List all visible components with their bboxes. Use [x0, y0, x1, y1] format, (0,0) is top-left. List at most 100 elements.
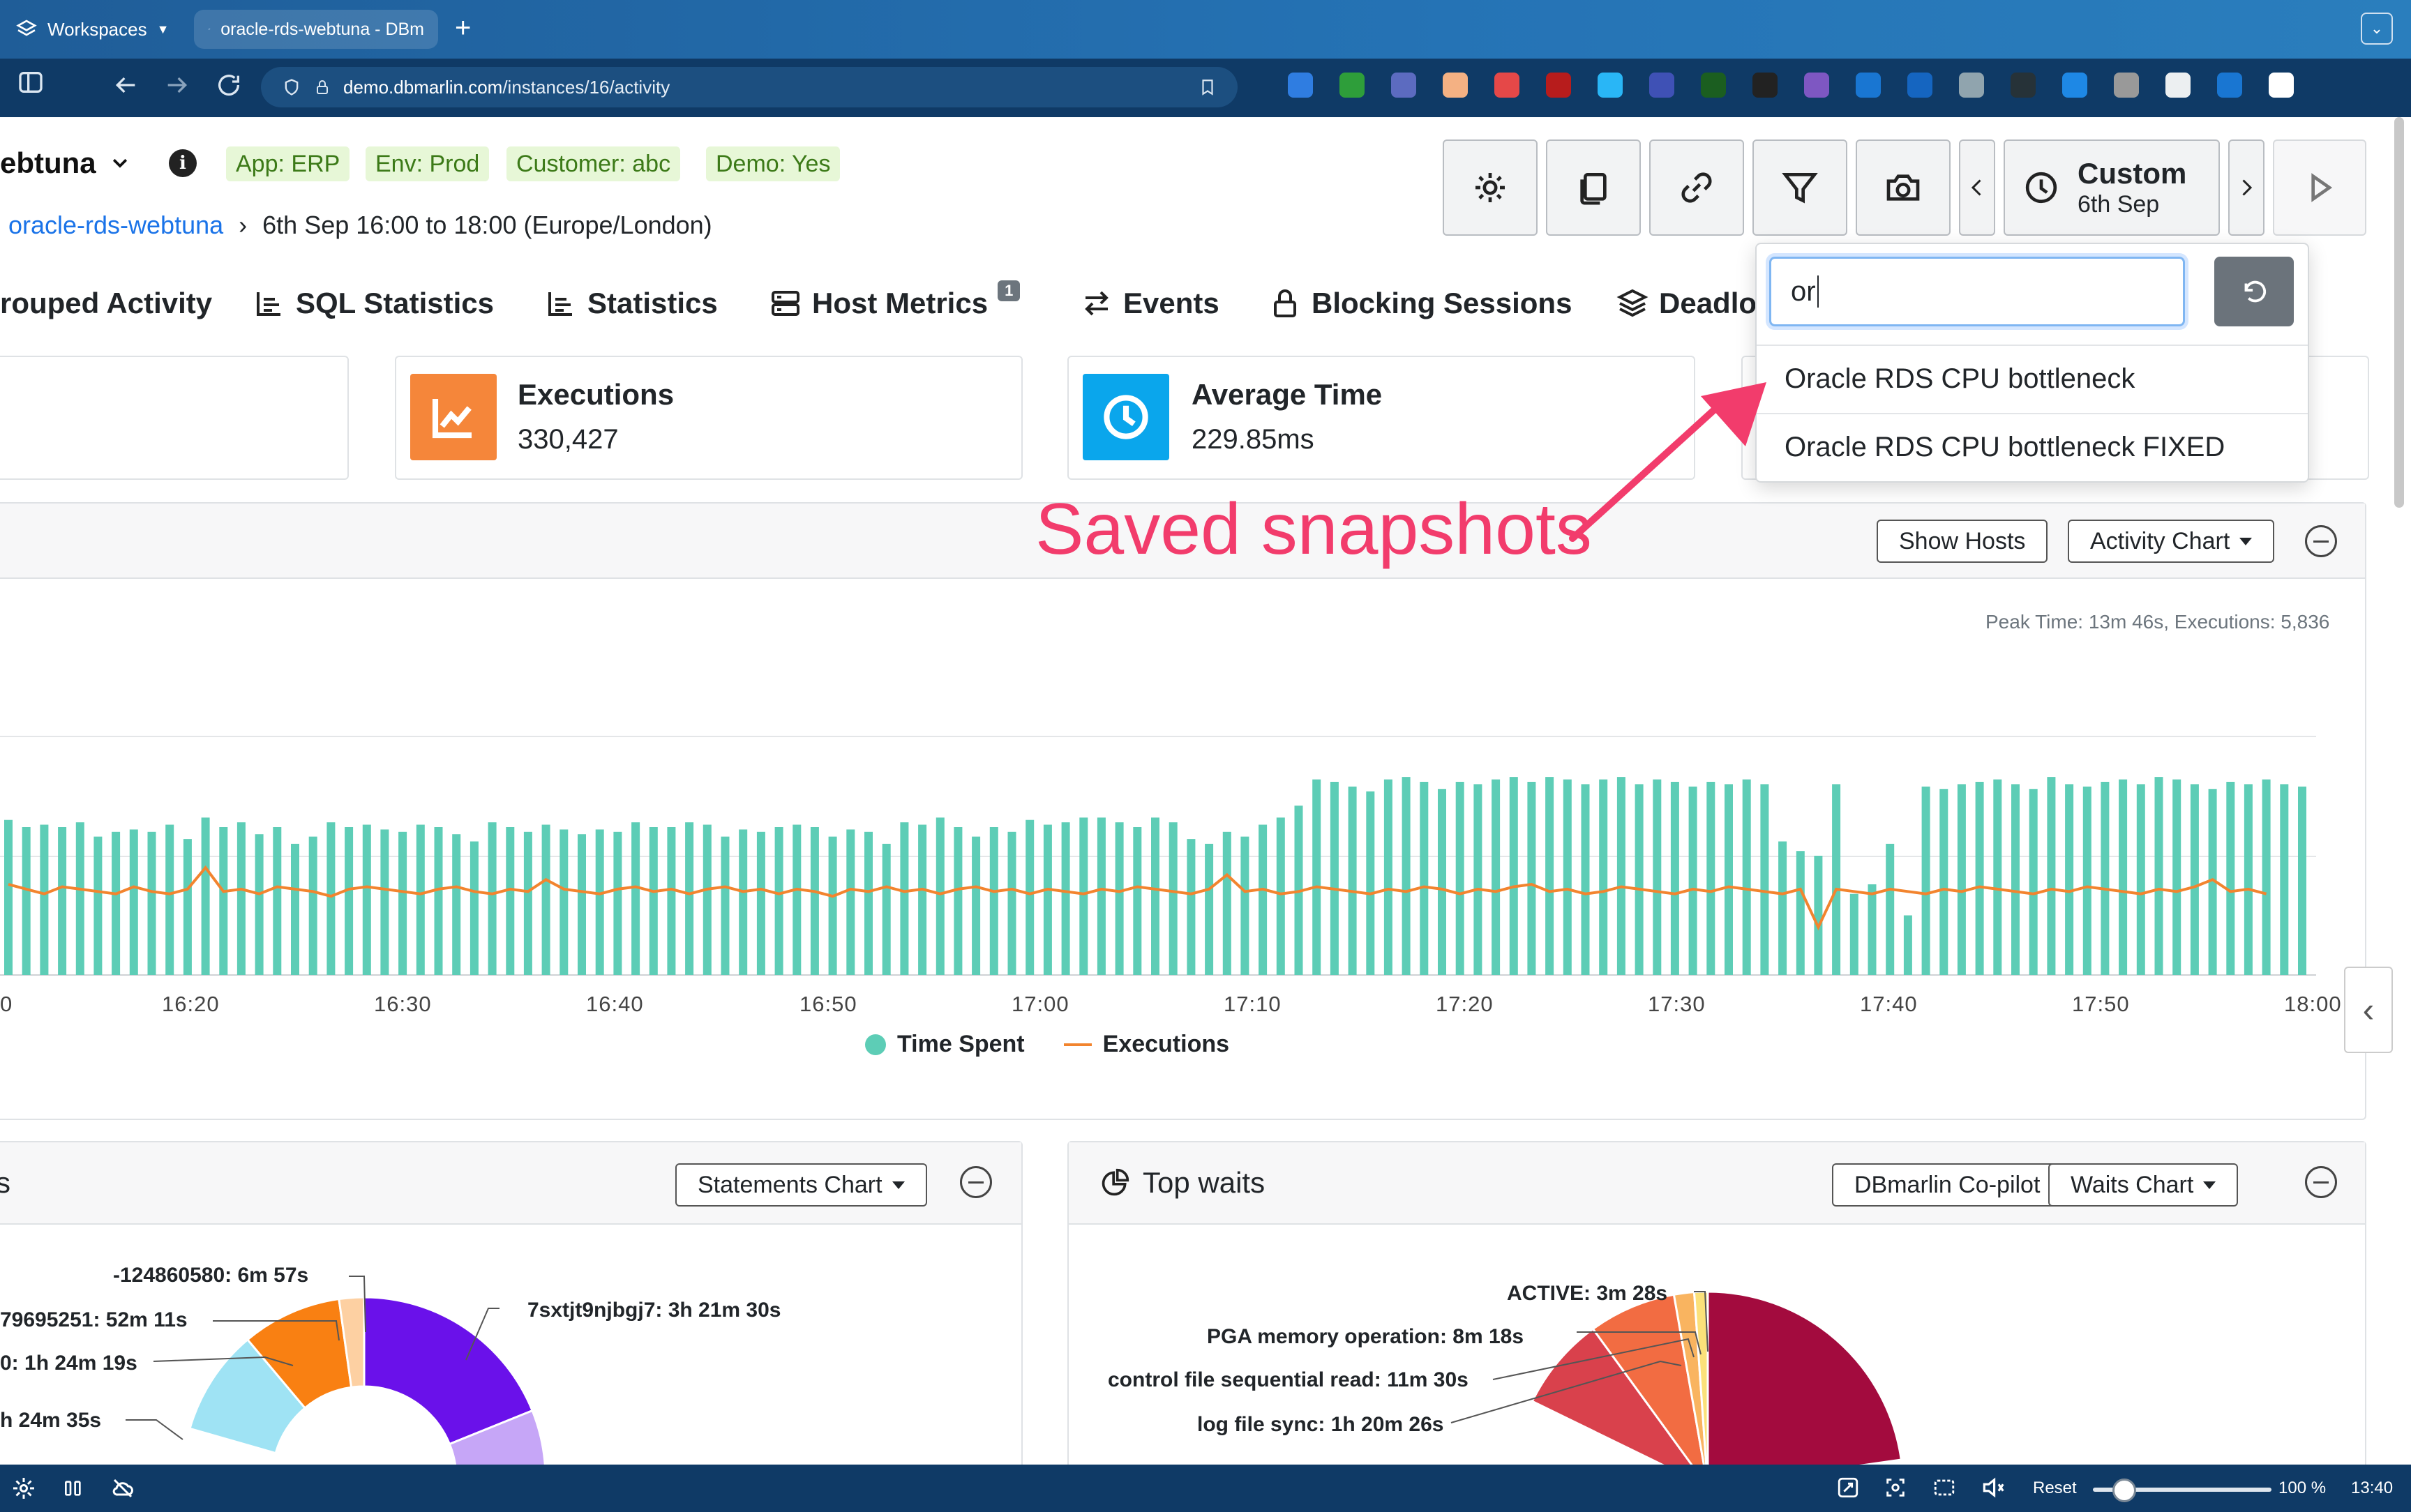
- extension-icon[interactable]: [2114, 73, 2139, 98]
- time-spent-bar[interactable]: [201, 817, 210, 975]
- donut-slice-wait-1[interactable]: [1706, 1290, 1902, 1465]
- time-spent-bar[interactable]: [793, 824, 802, 976]
- settings-button[interactable]: [1443, 139, 1538, 236]
- copy-button[interactable]: [1546, 139, 1641, 236]
- instance-name-dropdown[interactable]: ebtuna: [0, 146, 130, 180]
- time-spent-bar[interactable]: [1115, 822, 1124, 975]
- show-hosts-button[interactable]: Show Hosts: [1877, 520, 2048, 563]
- time-spent-bar[interactable]: [1670, 782, 1679, 975]
- time-spent-bar[interactable]: [864, 831, 873, 975]
- time-spent-bar[interactable]: [1043, 824, 1052, 976]
- time-spent-bar[interactable]: [1473, 784, 1482, 975]
- time-spent-bar[interactable]: [989, 827, 998, 975]
- time-spent-bar[interactable]: [1383, 779, 1392, 975]
- extension-icon[interactable]: [1391, 73, 1416, 98]
- mute-icon[interactable]: [1980, 1474, 2006, 1501]
- info-icon[interactable]: i: [169, 149, 197, 177]
- snapshot-item-2[interactable]: Oracle RDS CPU bottleneck FIXED: [1757, 413, 2308, 480]
- legend-time-spent[interactable]: Time Spent: [897, 1031, 1025, 1058]
- time-spent-bar[interactable]: [1635, 784, 1644, 975]
- time-spent-bar[interactable]: [1616, 777, 1625, 975]
- time-spent-bar[interactable]: [1545, 777, 1554, 975]
- extension-icon[interactable]: [1804, 73, 1829, 98]
- time-spent-bar[interactable]: [1921, 786, 1930, 975]
- time-spent-bar[interactable]: [2262, 779, 2271, 975]
- time-spent-bar[interactable]: [739, 829, 748, 975]
- time-spent-bar[interactable]: [595, 829, 604, 975]
- time-spent-bar[interactable]: [4, 819, 13, 975]
- extension-icon[interactable]: [1907, 73, 1932, 98]
- extension-icon[interactable]: [2217, 73, 2242, 98]
- time-spent-bar[interactable]: [882, 843, 891, 975]
- time-spent-bar[interactable]: [1832, 784, 1841, 975]
- time-spent-bar[interactable]: [416, 824, 425, 976]
- extension-icon[interactable]: [1701, 73, 1726, 98]
- time-spent-bar[interactable]: [2065, 784, 2074, 975]
- time-spent-bar[interactable]: [2029, 789, 2038, 975]
- side-panel-toggle[interactable]: ‹: [2344, 967, 2393, 1053]
- time-spent-bar[interactable]: [523, 831, 532, 975]
- time-spent-bar[interactable]: [2190, 784, 2199, 975]
- time-spent-bar[interactable]: [559, 829, 569, 975]
- time-spent-bar[interactable]: [1563, 779, 1572, 975]
- legend-executions[interactable]: Executions: [1103, 1031, 1229, 1058]
- time-spent-bar[interactable]: [1061, 822, 1070, 975]
- time-spent-bar[interactable]: [1975, 782, 1984, 975]
- time-spent-bar[interactable]: [2082, 786, 2091, 975]
- time-spent-bar[interactable]: [541, 824, 550, 976]
- zoom-reset[interactable]: Reset: [2033, 1479, 2077, 1498]
- time-spent-bar[interactable]: [1742, 779, 1751, 975]
- extension-icon[interactable]: [1494, 73, 1519, 98]
- time-spent-bar[interactable]: [2298, 786, 2306, 975]
- sidebar-toggle-icon[interactable]: [17, 68, 45, 103]
- extension-icon[interactable]: [1339, 73, 1365, 98]
- time-spent-bar[interactable]: [954, 827, 963, 975]
- time-spent-bar[interactable]: [1509, 777, 1518, 975]
- time-spent-bar[interactable]: [291, 843, 299, 975]
- time-spent-bar[interactable]: [1097, 817, 1106, 975]
- time-spent-bar[interactable]: [1402, 777, 1411, 975]
- time-spent-bar[interactable]: [1778, 841, 1787, 976]
- time-spent-bar[interactable]: [1886, 843, 1895, 975]
- time-spent-bar[interactable]: [470, 841, 479, 976]
- time-spent-bar[interactable]: [1688, 786, 1697, 975]
- time-spent-bar[interactable]: [613, 831, 622, 975]
- time-spent-bar[interactable]: [1581, 784, 1590, 975]
- time-spent-bar[interactable]: [1259, 824, 1268, 976]
- time-spent-bar[interactable]: [506, 827, 515, 975]
- extension-icon[interactable]: [2062, 73, 2087, 98]
- snapshot-item-1[interactable]: Oracle RDS CPU bottleneck: [1757, 345, 2308, 411]
- time-spent-bar[interactable]: [2172, 779, 2181, 975]
- time-spent-bar[interactable]: [1527, 782, 1536, 975]
- time-spent-bar[interactable]: [1849, 893, 1858, 975]
- extension-icon[interactable]: [1288, 73, 1313, 98]
- waits-chart-select[interactable]: Waits Chart: [2048, 1163, 2239, 1207]
- reload-icon[interactable]: [215, 71, 243, 105]
- prev-range-button[interactable]: [1959, 139, 1995, 236]
- time-spent-bar[interactable]: [631, 822, 640, 975]
- extension-icon[interactable]: [1752, 73, 1778, 98]
- gear-icon[interactable]: [11, 1476, 36, 1501]
- address-bar[interactable]: demo.dbmarlin.com/instances/16/activity: [261, 67, 1238, 107]
- time-spent-bar[interactable]: [2154, 777, 2163, 975]
- extension-icon[interactable]: [2269, 73, 2294, 98]
- time-spent-bar[interactable]: [1939, 789, 1948, 975]
- time-spent-bar[interactable]: [75, 822, 84, 975]
- time-spent-bar[interactable]: [165, 824, 174, 976]
- time-spent-bar[interactable]: [1706, 782, 1715, 975]
- time-spent-bar[interactable]: [273, 827, 282, 975]
- time-spent-bar[interactable]: [2280, 784, 2289, 975]
- time-spent-bar[interactable]: [22, 827, 31, 975]
- time-spent-bar[interactable]: [1599, 779, 1608, 975]
- extension-icon[interactable]: [1598, 73, 1623, 98]
- time-spent-bar[interactable]: [936, 817, 945, 975]
- tab-list-button[interactable]: ⌄: [2361, 13, 2393, 45]
- time-spent-bar[interactable]: [2047, 777, 2056, 975]
- time-spent-bar[interactable]: [1187, 839, 1196, 975]
- time-spent-bar[interactable]: [1366, 791, 1375, 975]
- page-scrollbar[interactable]: [2394, 117, 2404, 508]
- time-spent-bar[interactable]: [1492, 779, 1501, 975]
- time-spent-bar[interactable]: [1868, 884, 1877, 975]
- extension-icon[interactable]: [2011, 73, 2036, 98]
- new-tab-button[interactable]: +: [455, 13, 471, 44]
